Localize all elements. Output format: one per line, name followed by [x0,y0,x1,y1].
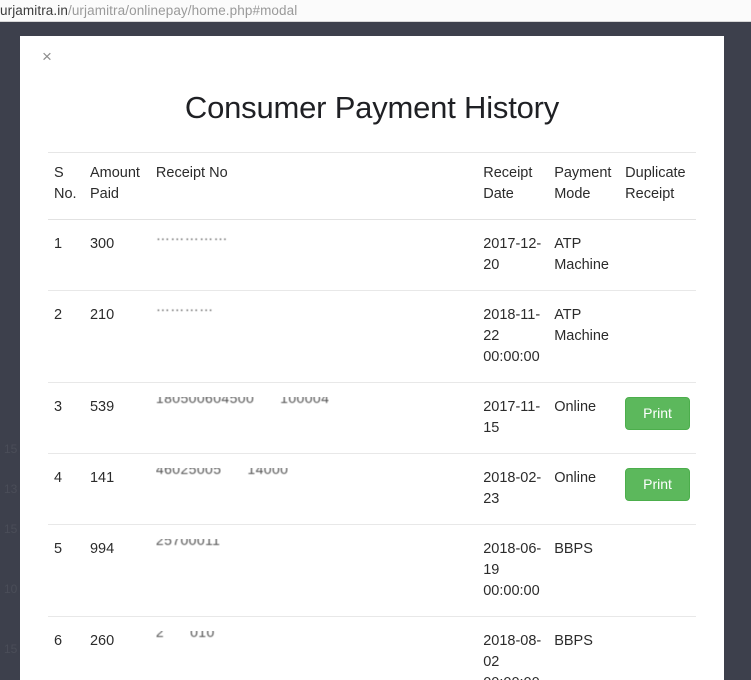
cell-amount-paid: 141 [83,453,150,525]
background-page-number: 13 [4,482,18,496]
background-page-number: 15 [4,522,18,536]
cell-payment-mode: BBPS [548,616,620,680]
receipt-no-redacted: …………… [156,234,228,253]
cell-receipt-date: 2017-12-20 [477,219,549,291]
column-header-s-no: S No. [48,152,84,220]
table-body: 1 300…………… 2017-12-20 ATP Machine 2 210………… 20… [48,219,696,680]
cell-s-no: 4 [48,453,84,525]
receipt-no-value: 2 [155,631,165,640]
column-header-receipt-no: Receipt No [149,152,478,220]
cell-amount-paid: 210 [83,290,150,383]
receipt-no-value: 46025005 [155,468,222,477]
print-button[interactable]: Print [625,468,690,501]
table-row: 5 994 25700011 2018-06-19 00:00:00 BBPS [48,524,696,617]
url-domain: urjamitra.in [0,3,68,18]
page-title: Consumer Payment History [184,90,560,125]
receipt-no-redacted-tail: 010 [190,631,215,650]
cell-duplicate-receipt [619,524,696,617]
table-row: 4 141 46025005 14000 2018-02-23 Online Print [48,453,696,525]
table-row: 1 300 …………… 2017-12-20 ATP Machine [48,219,696,291]
payment-history-table-wrap: S No. Amount Paid Receipt No Receipt Dat… [48,152,696,680]
table-row: 2 210 ………… 2018-11-22 00:00:00 ATP Machine [48,290,696,383]
cell-receipt-no: ………… [149,290,478,383]
receipt-no-redacted: 46025005 [156,468,222,487]
background-page-number: 15 [4,442,18,456]
receipt-no-redacted: 2 [156,631,164,650]
table-header: S No. Amount Paid Receipt No Receipt Dat… [48,152,696,220]
receipt-no-redacted: 25700011 [156,539,220,558]
cell-receipt-no: 180500604500 100004 [149,382,478,454]
cell-receipt-date: 2018-02-23 [477,453,549,525]
cell-duplicate-receipt: Print [619,382,696,454]
cell-s-no: 3 [48,382,84,454]
cell-payment-mode: ATP Machine [548,290,620,383]
receipt-no-value: …………… [155,234,228,243]
receipt-no-redacted-tail: 100004 [280,397,329,416]
background-page-number: 15 [4,642,18,656]
cell-duplicate-receipt [619,290,696,383]
cell-payment-mode: ATP Machine [548,219,620,291]
cell-duplicate-receipt: Print [619,453,696,525]
modal-header: × [20,36,724,78]
receipt-no-redacted-tail: 14000 [247,468,288,487]
cell-payment-mode: Online [548,382,620,454]
table-header-row: S No. Amount Paid Receipt No Receipt Dat… [48,152,696,220]
browser-url-bar[interactable]: urjamitra.in/urjamitra/onlinepay/home.ph… [0,0,751,22]
cell-duplicate-receipt [619,616,696,680]
cell-receipt-date: 2018-11-22 00:00:00 [477,290,549,383]
print-button[interactable]: Print [625,397,690,430]
background-page-number: 10 [4,582,18,596]
receipt-no-value: 25700011 [155,539,221,548]
receipt-no-tail-value: 100004 [280,397,330,406]
table-row: 3 539 180500604500 100004 2017-11-15 Online Pr… [48,382,696,454]
column-header-amount-paid: Amount Paid [83,152,150,220]
cell-s-no: 1 [48,219,84,291]
cell-receipt-date: 2017-11-15 [477,382,549,454]
table-row: 626020102018-08-02 00:00:00BBPS [48,616,696,680]
receipt-no-redacted: ………… [156,305,214,324]
cell-receipt-no: …………… [149,219,478,291]
cell-receipt-date: 2018-08-02 00:00:00 [477,616,549,680]
cell-amount-paid: 994 [83,524,150,617]
column-header-receipt-date: Receipt Date [477,152,549,220]
payment-history-modal: × Consumer Payment History S No. Amount … [20,36,724,680]
receipt-no-value: 180500604500 [155,397,255,406]
receipt-no-tail-value: 14000 [247,468,289,477]
cell-receipt-date: 2018-06-19 00:00:00 [477,524,549,617]
cell-payment-mode: BBPS [548,524,620,617]
cell-payment-mode: Online [548,453,620,525]
column-header-payment-mode: Payment Mode [548,152,620,220]
receipt-no-redacted: 180500604500 [156,397,254,416]
cell-s-no: 5 [48,524,84,617]
url-path: /urjamitra/onlinepay/home.php#modal [67,3,298,18]
cell-s-no: 2 [48,290,84,383]
close-icon[interactable]: × [36,46,58,68]
cell-s-no: 6 [48,616,84,680]
cell-amount-paid: 300 [83,219,150,291]
url-text: urjamitra.in/urjamitra/onlinepay/home.ph… [0,3,297,18]
receipt-no-value: ………… [155,305,214,314]
cell-receipt-no: 2 010 [149,616,478,680]
cell-amount-paid: 260 [83,616,150,680]
cell-receipt-no: 25700011 [149,524,478,617]
cell-amount-paid: 539 [83,382,150,454]
cell-receipt-no: 46025005 14000 [149,453,478,525]
cell-duplicate-receipt [619,219,696,291]
receipt-no-tail-value: 010 [190,631,215,640]
column-header-duplicate-receipt: Duplicate Receipt [619,152,696,220]
payment-history-table: S No. Amount Paid Receipt No Receipt Dat… [48,152,696,680]
